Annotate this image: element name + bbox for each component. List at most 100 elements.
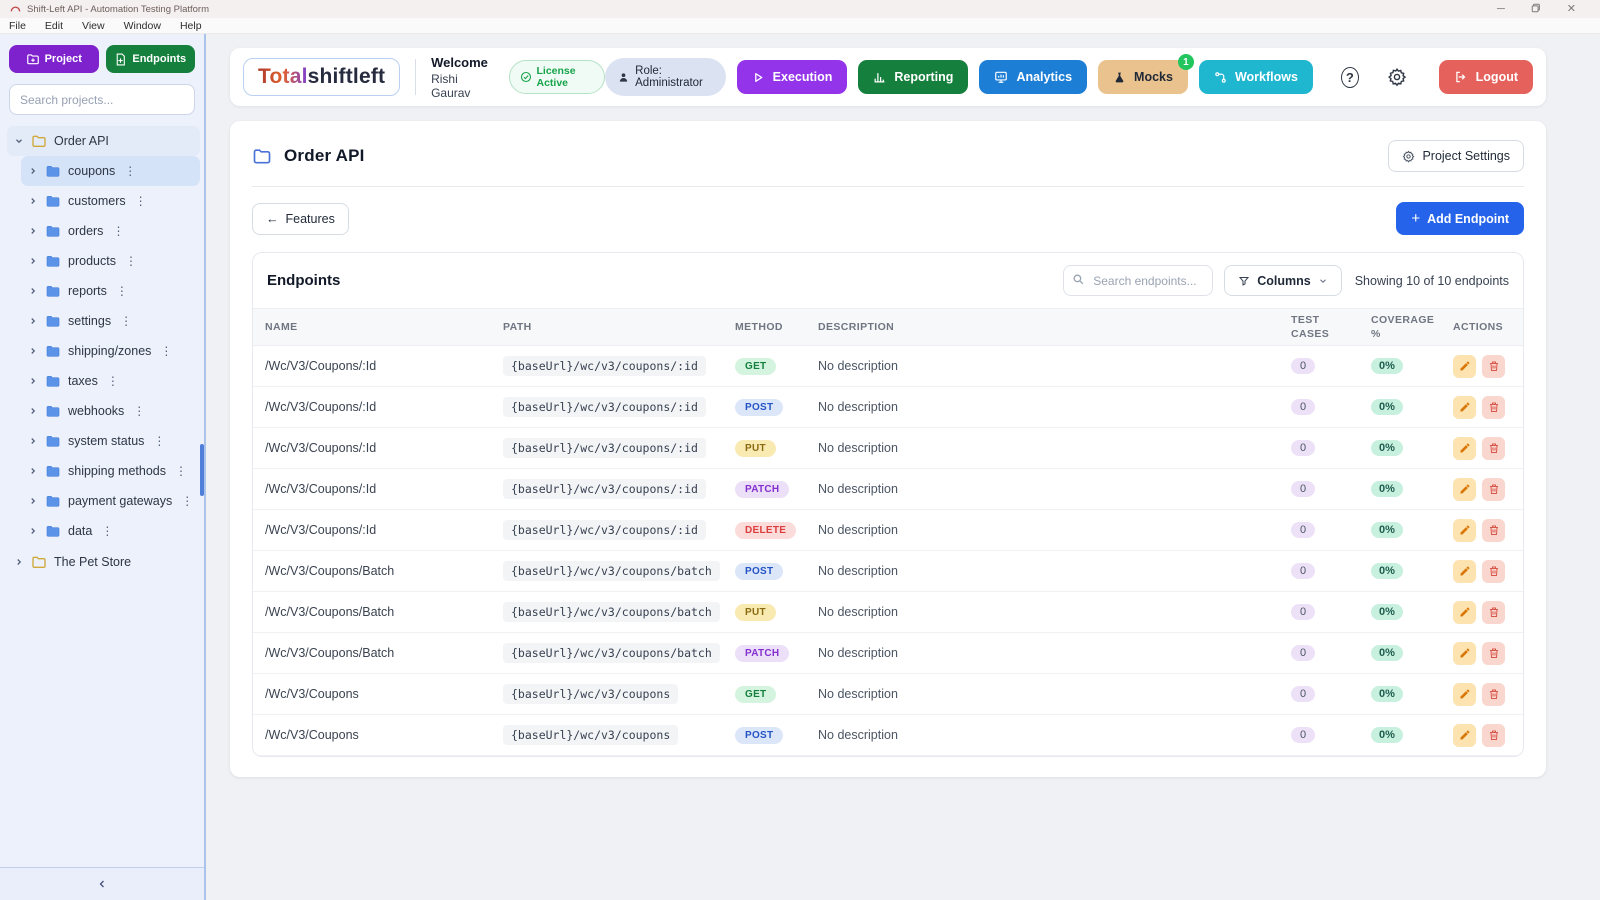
method-badge: PUT bbox=[735, 604, 776, 621]
edit-endpoint-button[interactable] bbox=[1453, 560, 1476, 583]
menu-view[interactable]: View bbox=[82, 20, 105, 32]
chevron-right-icon bbox=[28, 286, 38, 296]
sidebar-folder-shipping-zones[interactable]: shipping/zones ⋮ bbox=[21, 336, 200, 366]
kebab-menu-icon[interactable]: ⋮ bbox=[101, 524, 113, 538]
kebab-menu-icon[interactable]: ⋮ bbox=[120, 314, 132, 328]
coverage-badge: 0% bbox=[1371, 481, 1403, 497]
tree-root-order-api[interactable]: Order API bbox=[7, 126, 200, 156]
flask-icon bbox=[1113, 71, 1126, 84]
sidebar-folder-taxes[interactable]: taxes ⋮ bbox=[21, 366, 200, 396]
pencil-icon bbox=[1459, 606, 1471, 618]
search-endpoints-input[interactable] bbox=[1063, 265, 1213, 296]
delete-endpoint-button[interactable] bbox=[1482, 519, 1505, 542]
edit-endpoint-button[interactable] bbox=[1453, 437, 1476, 460]
sidebar-folder-coupons[interactable]: coupons ⋮ bbox=[21, 156, 200, 186]
test-cases-badge: 0 bbox=[1291, 522, 1315, 538]
delete-endpoint-button[interactable] bbox=[1482, 355, 1505, 378]
menu-edit[interactable]: Edit bbox=[45, 20, 63, 32]
project-button[interactable]: Project bbox=[9, 45, 99, 73]
sidebar-folder-orders[interactable]: orders ⋮ bbox=[21, 216, 200, 246]
project-settings-button[interactable]: Project Settings bbox=[1388, 140, 1524, 172]
add-endpoint-button[interactable]: + Add Endpoint bbox=[1396, 202, 1524, 235]
nav-analytics-button[interactable]: Analytics bbox=[979, 60, 1087, 94]
delete-endpoint-button[interactable] bbox=[1482, 683, 1505, 706]
help-icon[interactable]: ? bbox=[1341, 67, 1359, 88]
chevron-right-icon bbox=[28, 166, 38, 176]
sidebar-collapse-button[interactable] bbox=[0, 867, 204, 900]
endpoint-name: /Wc/V3/Coupons bbox=[253, 728, 491, 742]
close-icon[interactable]: ✕ bbox=[1567, 4, 1576, 15]
sidebar-folder-system-status[interactable]: system status ⋮ bbox=[21, 426, 200, 456]
nav-workflows-button[interactable]: Workflows bbox=[1199, 60, 1313, 94]
endpoint-name: /Wc/V3/Coupons/:Id bbox=[253, 441, 491, 455]
logout-button[interactable]: Logout bbox=[1439, 60, 1533, 94]
maximize-icon[interactable] bbox=[1531, 3, 1541, 16]
delete-endpoint-button[interactable] bbox=[1482, 437, 1505, 460]
test-cases-badge: 0 bbox=[1291, 604, 1315, 620]
edit-endpoint-button[interactable] bbox=[1453, 478, 1476, 501]
menu-window[interactable]: Window bbox=[124, 20, 161, 32]
delete-endpoint-button[interactable] bbox=[1482, 560, 1505, 583]
kebab-menu-icon[interactable]: ⋮ bbox=[112, 224, 124, 238]
tree-root-pet-store[interactable]: The Pet Store bbox=[7, 547, 200, 577]
kebab-menu-icon[interactable]: ⋮ bbox=[133, 404, 145, 418]
chevron-right-icon bbox=[28, 316, 38, 326]
kebab-menu-icon[interactable]: ⋮ bbox=[175, 464, 187, 478]
sidebar-folder-reports[interactable]: reports ⋮ bbox=[21, 276, 200, 306]
kebab-menu-icon[interactable]: ⋮ bbox=[153, 434, 165, 448]
columns-button[interactable]: Columns bbox=[1224, 265, 1341, 296]
sidebar-folder-settings[interactable]: settings ⋮ bbox=[21, 306, 200, 336]
sidebar-folder-products[interactable]: products ⋮ bbox=[21, 246, 200, 276]
sidebar-folder-payment-gateways[interactable]: payment gateways ⋮ bbox=[21, 486, 200, 516]
kebab-menu-icon[interactable]: ⋮ bbox=[125, 254, 137, 268]
endpoints-button[interactable]: Endpoints bbox=[106, 45, 196, 73]
kebab-menu-icon[interactable]: ⋮ bbox=[124, 164, 136, 178]
menu-help[interactable]: Help bbox=[180, 20, 202, 32]
sidebar-folder-customers[interactable]: customers ⋮ bbox=[21, 186, 200, 216]
features-back-button[interactable]: ← Features bbox=[252, 203, 349, 235]
chevron-right-icon bbox=[14, 557, 24, 567]
pencil-icon bbox=[1459, 647, 1471, 659]
sidebar-folder-shipping-methods[interactable]: shipping methods ⋮ bbox=[21, 456, 200, 486]
delete-endpoint-button[interactable] bbox=[1482, 601, 1505, 624]
delete-endpoint-button[interactable] bbox=[1482, 478, 1505, 501]
col-path: PATH bbox=[491, 316, 723, 338]
app-logo-icon bbox=[10, 4, 21, 15]
arrow-left-icon: ← bbox=[266, 212, 279, 226]
pencil-icon bbox=[1459, 360, 1471, 372]
delete-endpoint-button[interactable] bbox=[1482, 396, 1505, 419]
delete-endpoint-button[interactable] bbox=[1482, 724, 1505, 747]
settings-gear-icon[interactable] bbox=[1387, 67, 1407, 87]
search-projects-input[interactable] bbox=[9, 84, 195, 115]
menu-file[interactable]: File bbox=[9, 20, 26, 32]
minimize-icon[interactable]: ─ bbox=[1497, 4, 1505, 15]
coverage-badge: 0% bbox=[1371, 522, 1403, 538]
nav-mocks-button[interactable]: Mocks 1 bbox=[1098, 60, 1188, 94]
test-cases-badge: 0 bbox=[1291, 686, 1315, 702]
sidebar-folder-data[interactable]: data ⋮ bbox=[21, 516, 200, 546]
kebab-menu-icon[interactable]: ⋮ bbox=[181, 494, 193, 508]
edit-endpoint-button[interactable] bbox=[1453, 355, 1476, 378]
delete-endpoint-button[interactable] bbox=[1482, 642, 1505, 665]
edit-endpoint-button[interactable] bbox=[1453, 683, 1476, 706]
edit-endpoint-button[interactable] bbox=[1453, 396, 1476, 419]
edit-endpoint-button[interactable] bbox=[1453, 724, 1476, 747]
sidebar-scrollbar[interactable] bbox=[200, 444, 204, 496]
endpoint-row: /Wc/V3/Coupons/Batch {baseUrl}/wc/v3/cou… bbox=[253, 633, 1523, 674]
edit-endpoint-button[interactable] bbox=[1453, 642, 1476, 665]
sidebar-folder-webhooks[interactable]: webhooks ⋮ bbox=[21, 396, 200, 426]
endpoint-path: {baseUrl}/wc/v3/coupons bbox=[503, 725, 678, 745]
endpoint-row: /Wc/V3/Coupons {baseUrl}/wc/v3/coupons P… bbox=[253, 715, 1523, 756]
kebab-menu-icon[interactable]: ⋮ bbox=[160, 344, 172, 358]
nav-execution-button[interactable]: Execution bbox=[737, 60, 848, 94]
divider bbox=[252, 186, 1524, 187]
nav-reporting-button[interactable]: Reporting bbox=[858, 60, 968, 94]
kebab-menu-icon[interactable]: ⋮ bbox=[135, 194, 147, 208]
chevron-right-icon bbox=[28, 256, 38, 266]
sidebar-tree-children: coupons ⋮ customers ⋮ orders ⋮ products … bbox=[7, 156, 200, 546]
edit-endpoint-button[interactable] bbox=[1453, 519, 1476, 542]
user-name: Rishi Gaurav bbox=[431, 72, 488, 100]
kebab-menu-icon[interactable]: ⋮ bbox=[107, 374, 119, 388]
kebab-menu-icon[interactable]: ⋮ bbox=[116, 284, 128, 298]
edit-endpoint-button[interactable] bbox=[1453, 601, 1476, 624]
